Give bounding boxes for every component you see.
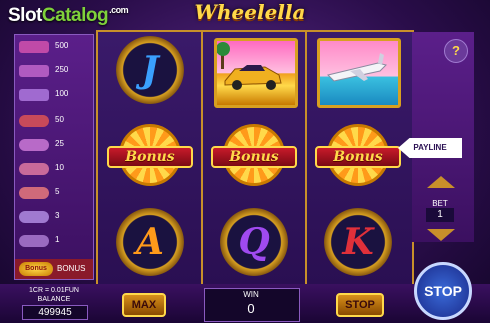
symbol-icon <box>19 89 49 101</box>
car-symbol <box>214 38 298 108</box>
payout-value: 10 <box>55 163 64 172</box>
symbol-icon <box>19 187 49 199</box>
payout-value: 250 <box>55 65 69 74</box>
reel-divider <box>201 32 203 286</box>
bonus-symbol: Bonus <box>211 124 297 188</box>
bonus-banner: Bonus <box>107 146 193 168</box>
help-button[interactable]: ? <box>444 39 468 63</box>
bonus-banner: Bonus <box>211 146 297 168</box>
symbol-icon <box>19 235 49 247</box>
paytable-row: 25 <box>15 137 93 153</box>
symbol-icon <box>19 163 49 175</box>
symbol-icon <box>19 115 49 127</box>
game-title: Wheelella <box>194 0 306 24</box>
payout-value: 5 <box>55 187 60 196</box>
bonus-symbol: Bonus <box>315 124 401 188</box>
paytable-row: 1 <box>15 233 93 249</box>
paytable-row: 250 <box>15 63 93 79</box>
symbol-icon <box>19 41 49 53</box>
win-label: WIN <box>243 290 259 299</box>
car-icon <box>216 42 282 90</box>
symbol-q: Q <box>220 208 288 276</box>
balance-value: 499945 <box>22 305 88 320</box>
symbol-a: A <box>116 208 184 276</box>
payout-value: 50 <box>55 115 64 124</box>
bet-decrease-arrow-icon[interactable] <box>427 229 455 241</box>
payout-value: 500 <box>55 41 69 50</box>
reels-area: J Bonus Bonus Bonus A Q K <box>96 30 414 288</box>
paytable: 500 250 100 50 25 10 5 3 1 Bonus BONUS <box>14 34 94 280</box>
reel-divider <box>305 32 307 286</box>
bonus-icon: Bonus <box>19 262 53 276</box>
paytable-row: 50 <box>15 113 93 129</box>
symbol-icon <box>19 65 49 77</box>
jet-icon <box>327 53 387 82</box>
payout-value: 1 <box>55 235 60 244</box>
payline-indicator: PAYLINE <box>398 138 462 158</box>
paytable-bonus-row: Bonus BONUS <box>15 259 93 279</box>
bonus-label: BONUS <box>57 264 86 273</box>
bet-value: 1 <box>426 208 454 222</box>
balance-label: BALANCE <box>37 296 71 303</box>
max-bet-button[interactable]: MAX <box>122 293 166 317</box>
bonus-banner: Bonus <box>315 146 401 168</box>
symbol-k: K <box>324 208 392 276</box>
jet-symbol <box>317 38 401 108</box>
symbol-icon <box>19 211 49 223</box>
bet-increase-arrow-icon[interactable] <box>427 176 455 188</box>
credit-info: 1CR = 0.01FUN <box>29 287 79 294</box>
paytable-row: 3 <box>15 209 93 225</box>
paytable-row: 10 <box>15 161 93 177</box>
symbol-j: J <box>116 36 184 104</box>
paytable-row: 500 <box>15 39 93 55</box>
spin-stop-button[interactable]: STOP <box>414 262 472 320</box>
payout-value: 3 <box>55 211 60 220</box>
symbol-icon <box>19 139 49 151</box>
bet-label: BET <box>432 199 448 208</box>
paytable-row: 100 <box>15 87 93 103</box>
bonus-symbol: Bonus <box>107 124 193 188</box>
payout-value: 25 <box>55 139 64 148</box>
payout-value: 100 <box>55 89 69 98</box>
slotcatalog-watermark: SlotCatalog.com <box>8 5 129 26</box>
win-value: 0 <box>247 301 255 316</box>
stop-button[interactable]: STOP <box>336 293 384 317</box>
paytable-row: 5 <box>15 185 93 201</box>
